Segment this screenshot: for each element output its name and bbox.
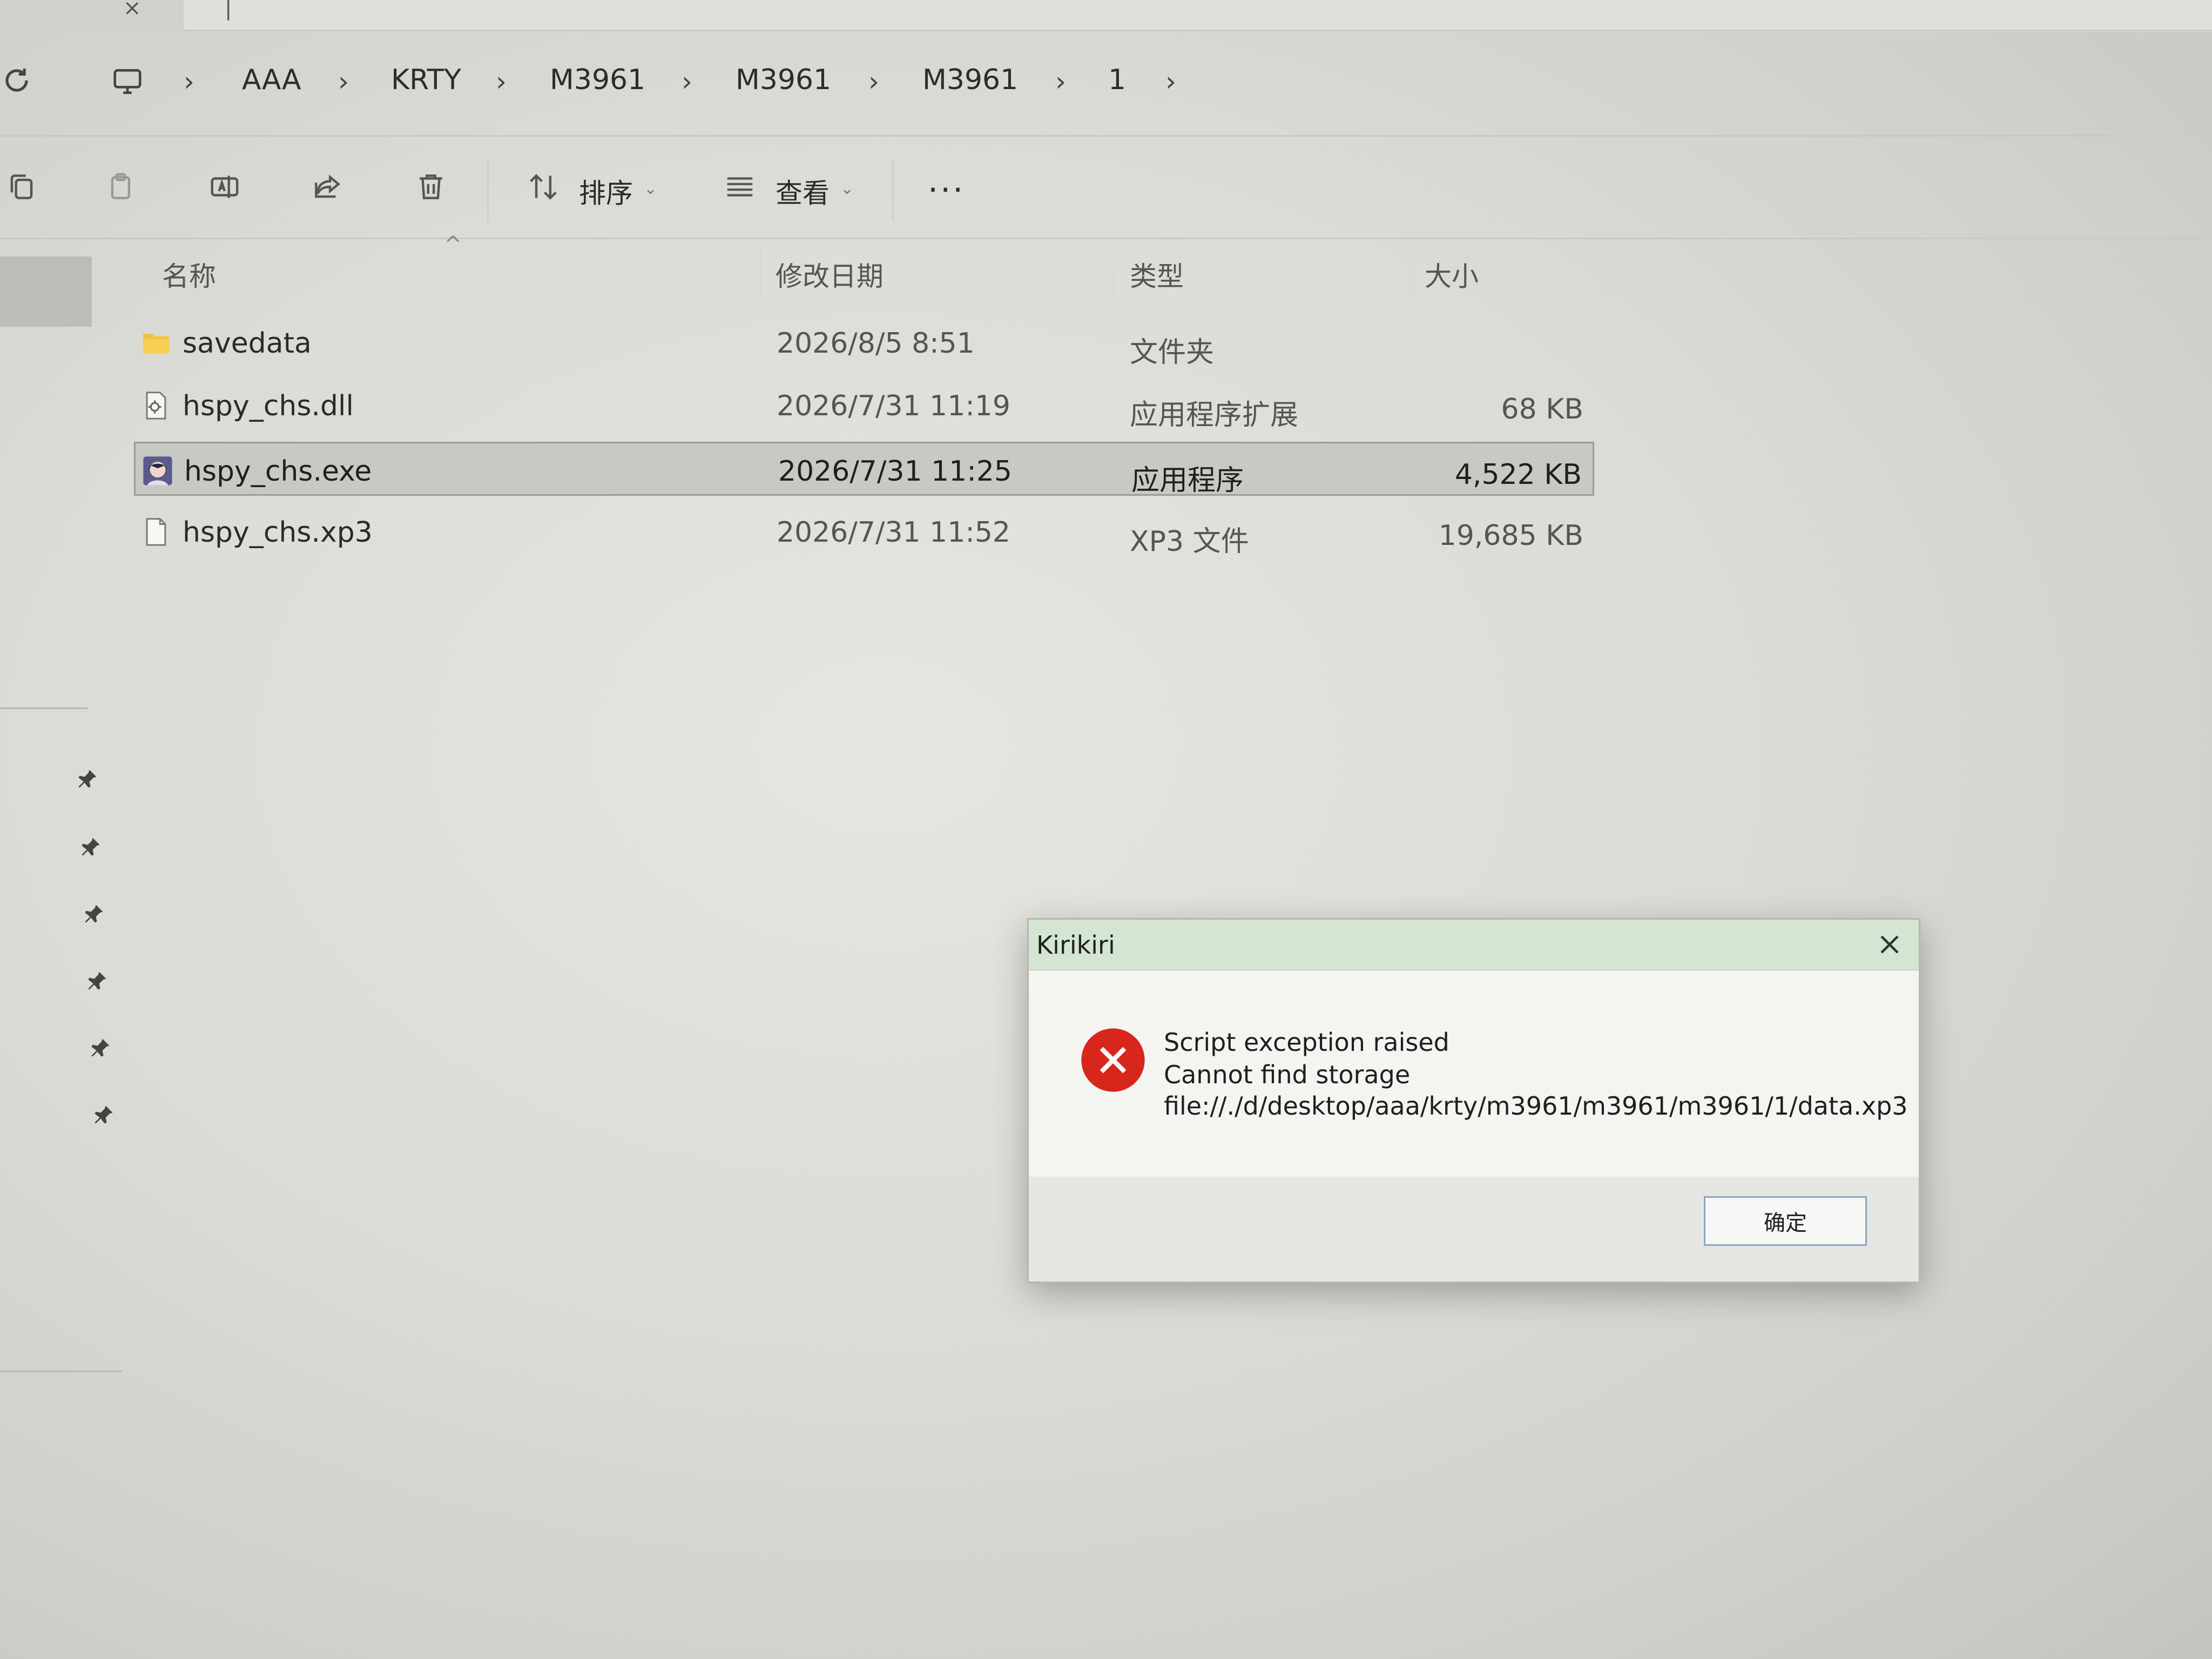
dialog-title: Kirikiri — [1036, 930, 1115, 960]
breadcrumb-chevron-icon[interactable]: › — [868, 66, 879, 97]
dialog-title-bar[interactable]: Kirikiri — [1029, 920, 1919, 970]
file-row[interactable]: hspy_chs.xp3 2026/7/31 11:52 XP3 文件 19,6… — [134, 504, 1594, 558]
breadcrumb-item[interactable]: AAA — [242, 64, 301, 96]
file-type: XP3 文件 — [1130, 525, 1249, 558]
file-name: savedata — [183, 327, 312, 360]
sort-ascending-icon: ^ — [444, 232, 462, 257]
pin-icon[interactable] — [76, 767, 99, 791]
file-row[interactable]: hspy_chs.dll 2026/7/31 11:19 应用程序扩展 68 K… — [134, 378, 1594, 432]
file-type: 文件夹 — [1130, 336, 1215, 369]
file-name: hspy_chs.exe — [184, 455, 372, 488]
column-header-size[interactable]: 大小 — [1425, 255, 1479, 294]
file-name: hspy_chs.dll — [183, 390, 354, 422]
breadcrumb-chevron-icon[interactable]: › — [1165, 66, 1176, 97]
column-header-date[interactable]: 修改日期 — [775, 255, 884, 294]
breadcrumb-chevron-icon[interactable]: › — [496, 66, 507, 97]
tab-bar — [184, 0, 2212, 31]
error-dialog: Kirikiri Script exception raised Cannot … — [1027, 918, 1920, 1283]
file-name: hspy_chs.xp3 — [183, 516, 373, 549]
chevron-down-icon[interactable]: ⌄ — [840, 179, 854, 198]
sort-button[interactable]: 排序 — [579, 172, 633, 211]
column-divider[interactable] — [1114, 246, 1115, 297]
chevron-down-icon[interactable]: ⌄ — [644, 179, 657, 198]
toolbar-divider — [892, 159, 894, 221]
address-bar-divider — [0, 135, 2212, 137]
column-divider[interactable] — [1604, 246, 1605, 297]
share-icon[interactable] — [309, 168, 346, 205]
exe-app-icon — [142, 455, 173, 487]
refresh-icon[interactable] — [0, 64, 38, 102]
file-date: 2026/7/31 11:52 — [777, 516, 1011, 549]
column-header-name[interactable]: 名称 — [162, 255, 216, 294]
breadcrumb-item[interactable]: KRTY — [391, 64, 461, 96]
toolbar-divider-line — [0, 238, 2212, 239]
breadcrumb-item[interactable]: M3961 — [922, 64, 1018, 96]
error-icon — [1078, 1026, 1148, 1095]
error-message-line1: Script exception raised — [1164, 1028, 1449, 1057]
breadcrumb-chevron-icon[interactable]: › — [682, 66, 692, 97]
blank-file-icon — [140, 516, 172, 548]
this-pc-icon[interactable] — [111, 65, 149, 103]
breadcrumb-item[interactable]: M3961 — [550, 64, 645, 96]
toolbar-divider — [487, 159, 489, 221]
breadcrumb-item[interactable]: 1 — [1108, 64, 1126, 96]
rename-icon[interactable] — [206, 168, 243, 205]
error-message-line2: Cannot find storage — [1164, 1060, 1411, 1089]
file-date: 2026/7/31 11:19 — [777, 390, 1011, 422]
tab-divider-icon: | — [225, 0, 232, 21]
dialog-body — [1029, 970, 1919, 1176]
sort-icon[interactable] — [525, 168, 562, 205]
file-type: 应用程序扩展 — [1130, 399, 1299, 431]
close-icon[interactable] — [1873, 928, 1906, 961]
file-row-selected[interactable]: hspy_chs.exe 2026/7/31 11:25 应用程序 4,522 … — [134, 442, 1594, 497]
view-button[interactable]: 查看 — [775, 172, 830, 211]
nav-selected-item[interactable] — [0, 257, 92, 327]
file-size: 19,685 KB — [1438, 520, 1583, 552]
pin-icon[interactable] — [85, 969, 109, 993]
copy-icon[interactable] — [3, 168, 40, 205]
file-date: 2026/7/31 11:25 — [778, 455, 1013, 488]
pin-icon[interactable] — [79, 835, 103, 859]
pin-icon[interactable] — [82, 902, 106, 926]
column-divider[interactable] — [760, 246, 761, 297]
more-options-button[interactable]: ... — [928, 162, 965, 200]
close-tab-icon[interactable]: × — [123, 0, 141, 21]
column-divider[interactable] — [1411, 246, 1412, 297]
ok-button[interactable]: 确定 — [1704, 1196, 1867, 1246]
pin-icon[interactable] — [92, 1103, 116, 1127]
nav-divider — [0, 707, 87, 709]
breadcrumb-chevron-icon[interactable]: › — [184, 66, 194, 97]
delete-icon[interactable] — [413, 168, 449, 205]
paste-icon[interactable] — [104, 168, 140, 205]
error-message-path: file://./d/desktop/aaa/krty/m3961/m3961/… — [1164, 1091, 1908, 1121]
nav-divider — [0, 1371, 122, 1372]
pin-icon[interactable] — [89, 1036, 112, 1060]
file-size: 68 KB — [1501, 393, 1583, 426]
folder-icon — [140, 327, 172, 359]
column-header-type[interactable]: 类型 — [1130, 255, 1184, 294]
view-icon[interactable] — [721, 168, 758, 205]
breadcrumb-item[interactable]: M3961 — [736, 64, 831, 96]
breadcrumb-chevron-icon[interactable]: › — [1055, 66, 1066, 97]
file-date: 2026/8/5 8:51 — [777, 327, 975, 360]
file-row[interactable]: savedata 2026/8/5 8:51 文件夹 — [134, 315, 1594, 369]
breadcrumb-chevron-icon[interactable]: › — [338, 66, 349, 97]
dll-file-icon — [140, 390, 172, 421]
file-type: 应用程序 — [1131, 464, 1244, 497]
file-size: 4,522 KB — [1454, 458, 1582, 491]
